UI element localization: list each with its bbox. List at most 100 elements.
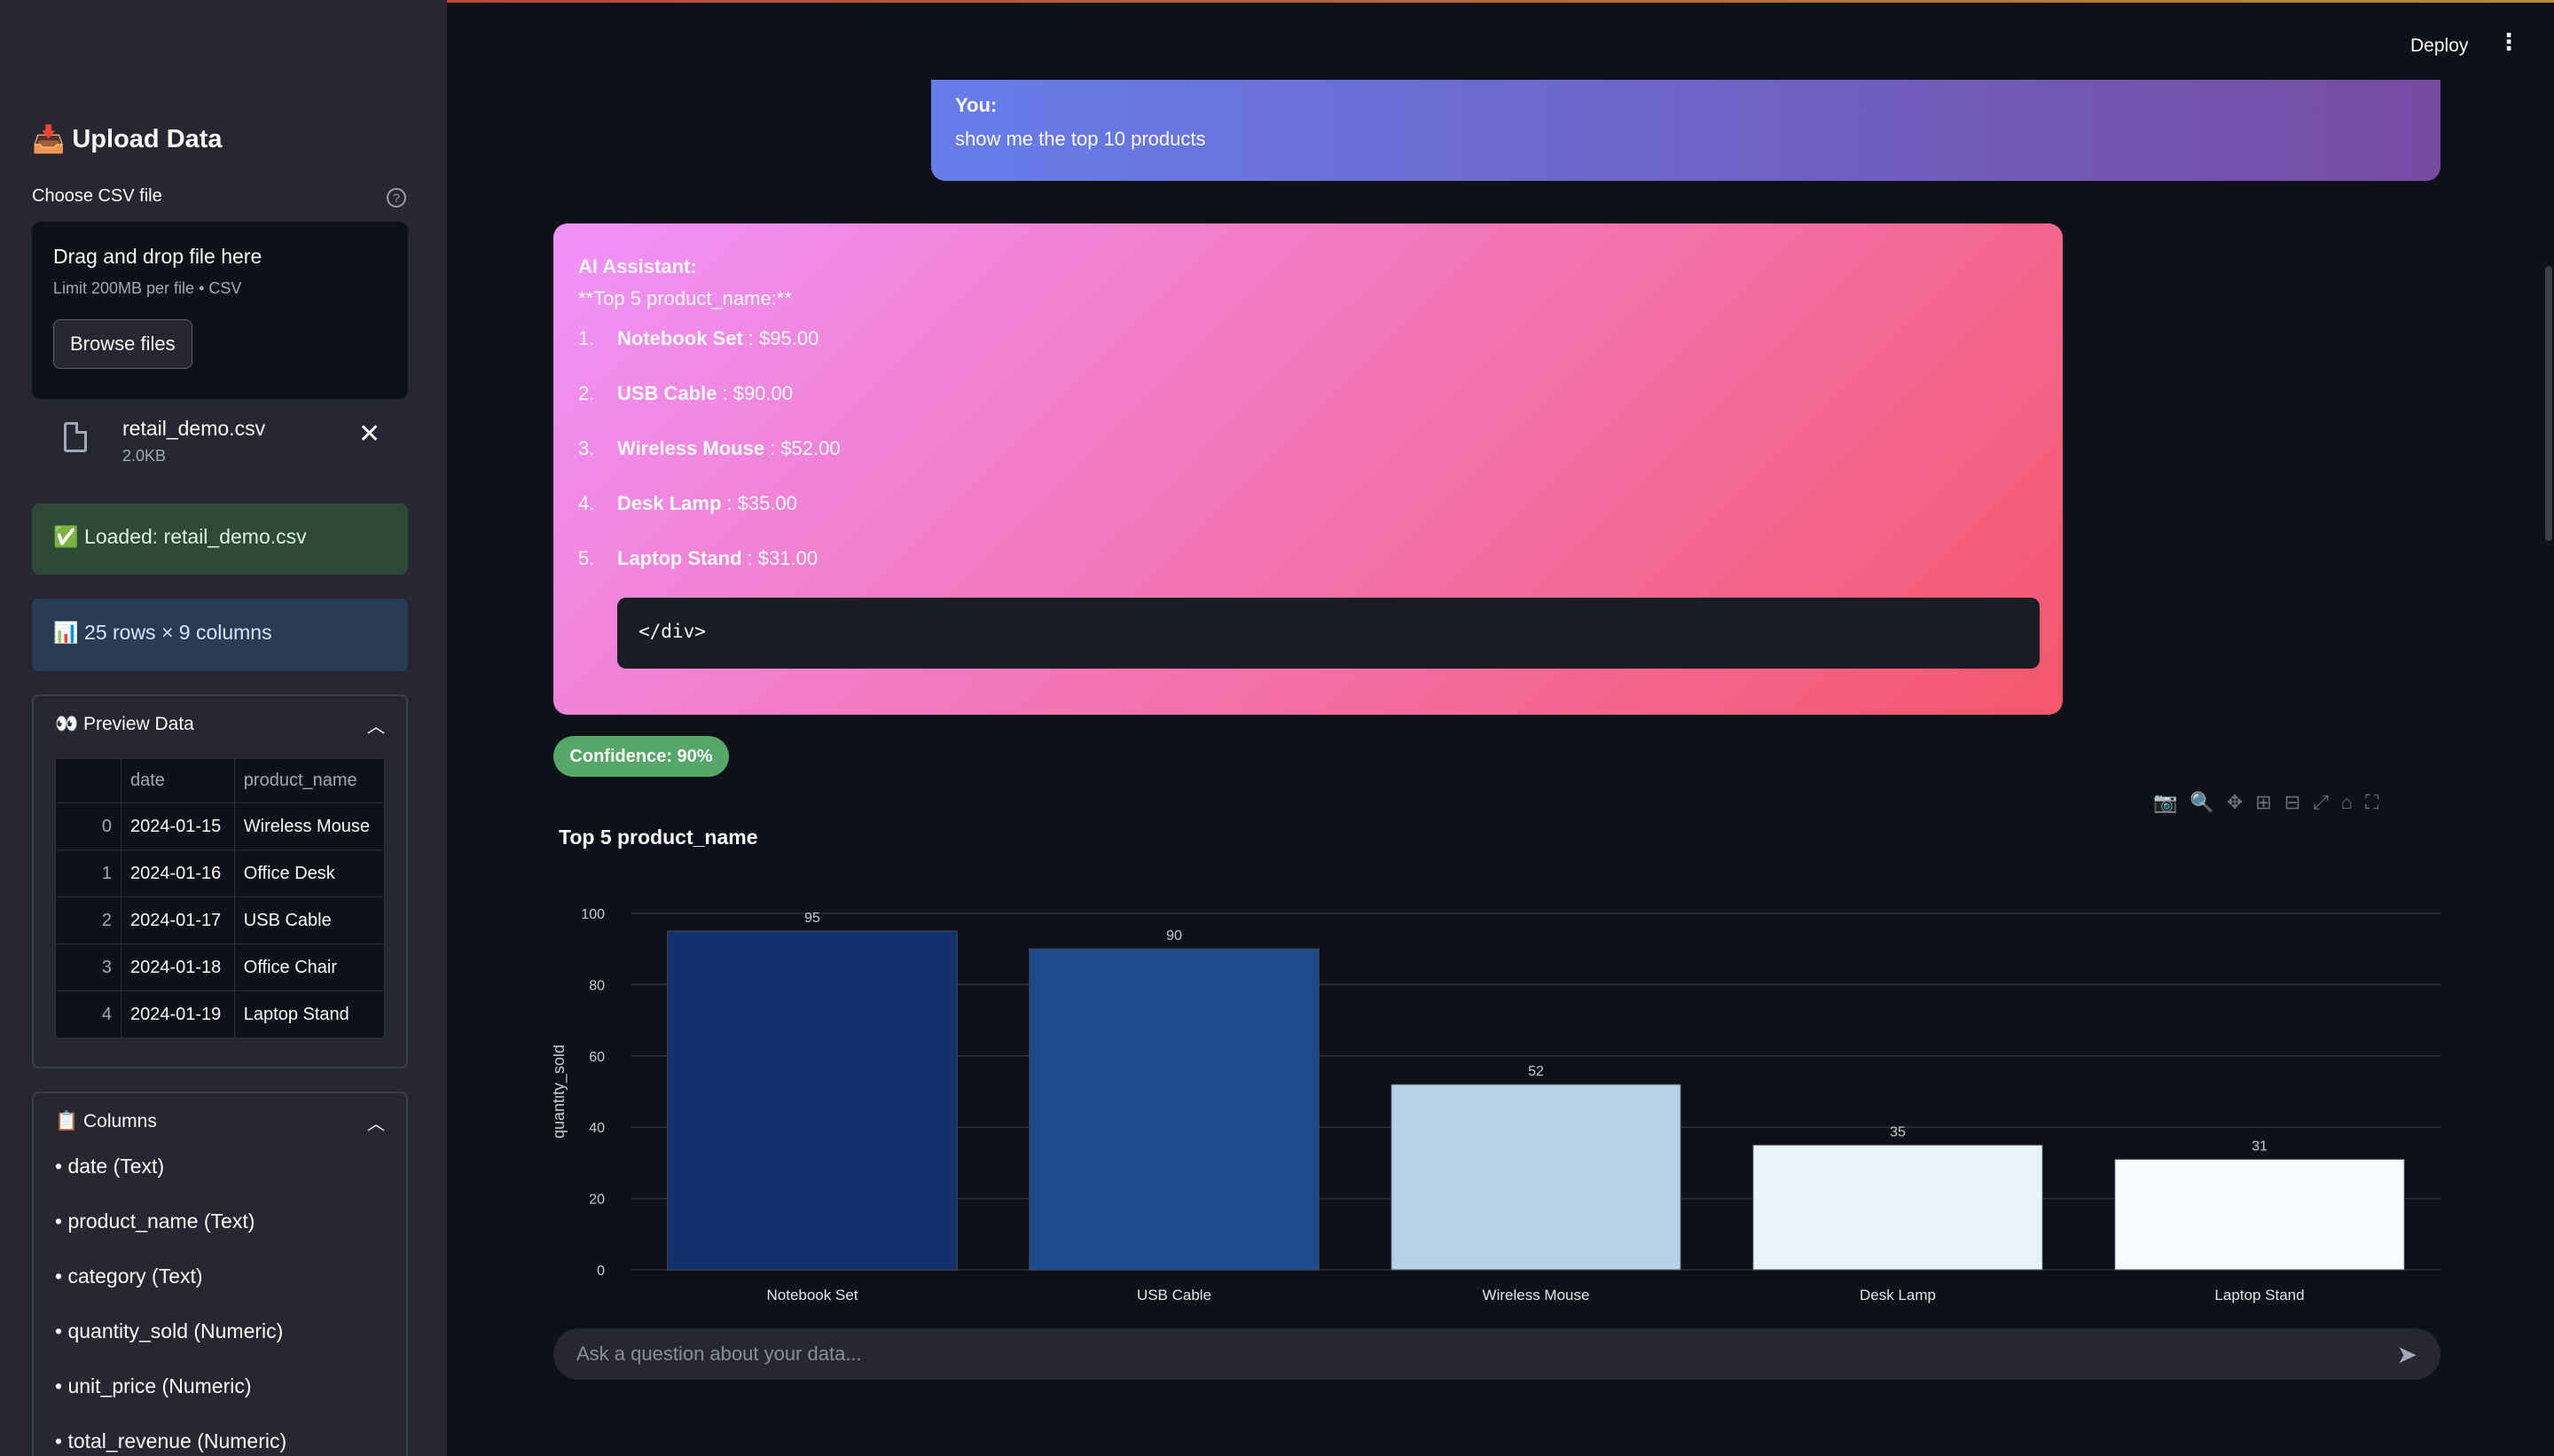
chat-input[interactable] bbox=[576, 1342, 2350, 1366]
ai-message-author: AI Assistant: bbox=[578, 255, 697, 278]
table-header-date[interactable]: date bbox=[121, 758, 235, 803]
cell-product-name: USB Cable bbox=[233, 896, 386, 944]
sidebar-title: 📥 Upload Data bbox=[32, 124, 223, 155]
bar-chart: Top 5 product_name 0 20 40 60 80 100 quantity_s… bbox=[550, 816, 2442, 1312]
list-number: 3. bbox=[578, 437, 595, 459]
list-number: 4. bbox=[578, 492, 595, 514]
x-tick-label: USB Cable bbox=[1137, 1287, 1211, 1303]
chart-svg: Top 5 product_name 0 20 40 60 80 100 quantity_s… bbox=[550, 826, 2440, 1303]
item-name: Wireless Mouse bbox=[617, 437, 765, 459]
zoom-out-icon[interactable]: ⊟ bbox=[2284, 791, 2300, 814]
data-label: 52 bbox=[1528, 1064, 1544, 1079]
info-alert: 📊 25 rows × 9 columns bbox=[32, 599, 408, 671]
cell-date: 2024-01-17 bbox=[121, 896, 235, 944]
code-block: </div> bbox=[617, 598, 2040, 669]
chevron-up-icon: ︿ bbox=[367, 1114, 385, 1134]
main-scrollbar[interactable] bbox=[2545, 266, 2552, 541]
table-index-header bbox=[55, 758, 121, 803]
data-label: 95 bbox=[804, 911, 820, 926]
chat-input-box: ➤ bbox=[553, 1328, 2440, 1380]
camera-icon[interactable]: 📷 bbox=[2153, 791, 2177, 814]
inbox-tray-icon: 📥 bbox=[32, 125, 66, 154]
fullscreen-icon[interactable]: ⛶ bbox=[2365, 791, 2378, 814]
list-item: • quantity_sold (Numeric) bbox=[55, 1319, 284, 1342]
ai-message: AI Assistant: **Top 5 product_name:** 1.… bbox=[553, 223, 2063, 715]
list-item: 5. Laptop Stand: $31.00 bbox=[578, 541, 2038, 596]
y-tick-label: 100 bbox=[581, 907, 605, 922]
list-item: • category (Text) bbox=[55, 1264, 203, 1288]
x-tick-label: Wireless Mouse bbox=[1483, 1287, 1590, 1303]
item-name: Laptop Stand bbox=[617, 547, 742, 569]
preview-expander-title: 👀 Preview Data bbox=[55, 714, 194, 734]
chart-title: Top 5 product_name bbox=[559, 826, 758, 849]
row-index: 3 bbox=[55, 943, 121, 991]
chart-modebar: 📷 🔍 ✥ ⊞ ⊟ ⤢ ⌂ ⛶ bbox=[2153, 791, 2378, 814]
help-icon[interactable]: ? bbox=[387, 188, 406, 207]
send-icon[interactable]: ➤ bbox=[2397, 1340, 2417, 1369]
dropzone-limit: Limit 200MB per file • CSV bbox=[53, 279, 242, 297]
autoscale-icon[interactable]: ⤢ bbox=[2313, 791, 2329, 814]
y-tick-label: 40 bbox=[589, 1121, 605, 1136]
cell-date: 2024-01-19 bbox=[121, 990, 235, 1038]
bar-3 bbox=[1391, 1084, 1681, 1271]
bar-4 bbox=[1752, 1144, 2043, 1271]
cell-product-name: Office Desk bbox=[233, 849, 386, 897]
file-dropzone[interactable]: Drag and drop file here Limit 200MB per … bbox=[32, 222, 408, 399]
more-options-icon[interactable]: ⋮ bbox=[2497, 30, 2520, 53]
table-header-product-name[interactable]: product_name bbox=[233, 758, 386, 803]
row-index: 0 bbox=[55, 802, 121, 850]
dropzone-title: Drag and drop file here bbox=[53, 245, 262, 268]
item-value: : $52.00 bbox=[770, 437, 841, 459]
list-item: • date (Text) bbox=[55, 1155, 165, 1178]
file-name: retail_demo.csv bbox=[122, 417, 266, 440]
row-index: 1 bbox=[55, 849, 121, 897]
cell-date: 2024-01-15 bbox=[121, 802, 235, 850]
cell-date: 2024-01-16 bbox=[121, 849, 235, 897]
data-label: 31 bbox=[2252, 1139, 2268, 1154]
table-row: 3 2024-01-18 Office Chair bbox=[55, 943, 386, 991]
deploy-button[interactable]: Deploy bbox=[2410, 35, 2468, 57]
zoom-in-icon[interactable]: ⊞ bbox=[2255, 791, 2271, 814]
user-message: You: show me the top 10 products bbox=[931, 80, 2440, 181]
list-item: 4. Desk Lamp: $35.00 bbox=[578, 486, 2038, 541]
sidebar: 📥 Upload Data Choose CSV file ? Drag and… bbox=[0, 0, 447, 1456]
row-index: 4 bbox=[55, 990, 121, 1038]
cell-product-name: Laptop Stand bbox=[233, 990, 386, 1038]
bar-2 bbox=[1029, 948, 1320, 1271]
preview-table[interactable]: date product_name 0 2024-01-15 Wireless … bbox=[55, 758, 386, 1038]
y-tick-label: 20 bbox=[589, 1193, 605, 1208]
list-number: 1. bbox=[578, 327, 595, 349]
item-value: : $35.00 bbox=[726, 492, 797, 514]
list-item: 2. USB Cable: $90.00 bbox=[578, 376, 2038, 431]
list-item: • total_revenue (Numeric) bbox=[55, 1429, 287, 1452]
y-tick-label: 0 bbox=[597, 1264, 605, 1279]
preview-expander-header[interactable]: 👀 Preview Data ︿ bbox=[34, 696, 406, 753]
confidence-badge: Confidence: 90% bbox=[553, 736, 729, 777]
file-size: 2.0KB bbox=[122, 447, 167, 465]
uploader-label: Choose CSV file bbox=[32, 186, 162, 206]
table-row: 1 2024-01-16 Office Desk bbox=[55, 849, 386, 897]
preview-data-expander: 👀 Preview Data ︿ date product_name 0 202… bbox=[32, 694, 408, 1069]
x-tick-label: Laptop Stand bbox=[2214, 1287, 2304, 1303]
chevron-up-icon: ︿ bbox=[367, 716, 385, 737]
cell-date: 2024-01-18 bbox=[121, 943, 235, 991]
data-label: 35 bbox=[1890, 1124, 1906, 1139]
columns-expander-header[interactable]: 📋 Columns ︿ bbox=[34, 1093, 406, 1150]
remove-file-close-icon[interactable]: ✕ bbox=[358, 419, 380, 450]
row-index: 2 bbox=[55, 896, 121, 944]
x-tick-label: Desk Lamp bbox=[1860, 1287, 1936, 1303]
uploaded-file-row: retail_demo.csv 2.0KB ✕ bbox=[32, 410, 408, 477]
home-icon[interactable]: ⌂ bbox=[2341, 791, 2353, 814]
columns-expander-title: 📋 Columns bbox=[55, 1111, 157, 1131]
y-axis-label: quantity_sold bbox=[553, 1045, 568, 1139]
item-value: : $31.00 bbox=[747, 547, 819, 569]
ai-result-list: 1. Notebook Set: $95.00 2. USB Cable: $90.… bbox=[578, 321, 2038, 596]
zoom-icon[interactable]: 🔍 bbox=[2190, 791, 2213, 814]
bar-5 bbox=[2114, 1158, 2405, 1271]
pan-icon[interactable]: ✥ bbox=[2227, 791, 2243, 814]
browse-files-button[interactable]: Browse files bbox=[53, 319, 192, 369]
table-row: 0 2024-01-15 Wireless Mouse bbox=[55, 802, 386, 850]
bar-1 bbox=[667, 930, 958, 1271]
x-tick-label: Notebook Set bbox=[766, 1287, 858, 1303]
columns-list: • date (Text) • product_name (Text) • ca… bbox=[34, 1150, 406, 1456]
